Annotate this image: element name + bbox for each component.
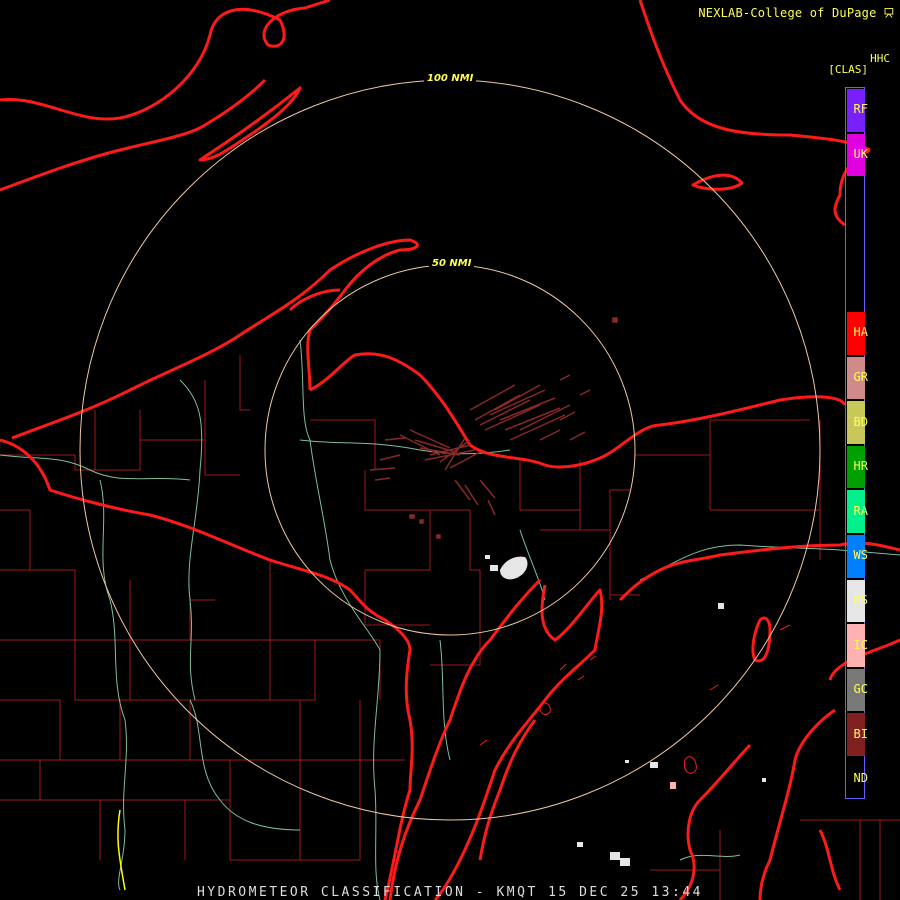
legend-label-ws: WS [853,548,868,563]
legend-label-ds: DS [853,592,868,607]
legend-label-hr: HR [853,459,868,474]
radar-returns [369,317,791,866]
product-unit: [CLAS] [828,63,868,76]
credit-text: NEXLAB-College of DuPage [698,6,877,20]
county-lines [0,355,900,900]
credit-label: NEXLAB-College of DuPage ⯳ [698,4,894,25]
product-title: HYDROMETEOR CLASSIFICATION - KMQT 15 DEC… [196,885,703,900]
ds-echoes [485,555,766,866]
legend-label-ic: IC [853,637,868,652]
legend-label-gr: GR [853,369,868,384]
legend-label-bi: BI [853,726,868,741]
product-code: HHC [870,52,890,65]
radar-map [0,0,900,900]
ic-echoes [670,782,676,789]
ring-label-100: 100 NMI [424,73,477,84]
legend-label-ha: HA [853,325,868,340]
legend-label-gc: GC [853,682,868,697]
rivers [0,339,900,900]
legend-label-uk: UK [853,146,868,161]
legend-label-rf: RF [853,102,868,117]
legend-label-nd: ND [853,771,868,786]
legend-label-bd: BD [853,414,868,429]
legend-label-ra: RA [853,503,868,518]
ring-label-50: 50 NMI [429,258,475,269]
nexlab-logo-icon: ⯳ [876,6,894,20]
